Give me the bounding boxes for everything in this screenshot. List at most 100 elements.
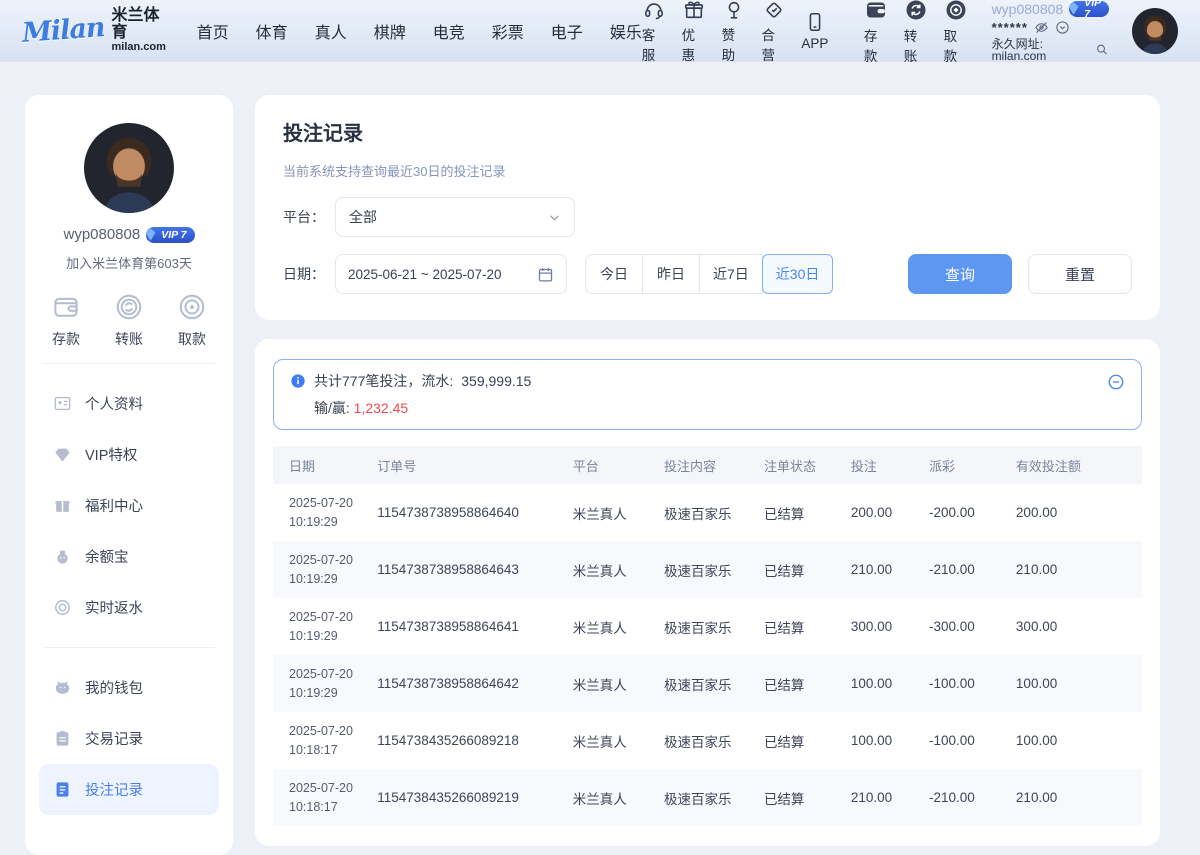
cell-date: 2025-07-20 (289, 496, 353, 510)
summary-winloss-value: 1,232.45 (354, 400, 409, 416)
sidebar-quick-actions: 存款 转账 取款 (51, 292, 207, 349)
cell-status: 已结算 (764, 503, 851, 523)
sponsor-button[interactable]: 赞助 (722, 0, 747, 64)
cell-bet: 300.00 (851, 619, 929, 634)
col-header-valid: 有效投注额 (1016, 456, 1142, 475)
partnership-label: 合营 (761, 24, 786, 64)
cell-status: 已结算 (764, 788, 851, 808)
nav-item-esports[interactable]: 电竞 (433, 19, 465, 43)
sidebar-item-rebate[interactable]: 实时返水 (39, 582, 219, 633)
cell-order: 1154738738958864640 (377, 505, 573, 520)
range-today-button[interactable]: 今日 (585, 254, 643, 294)
cell-order: 1154738738958864642 (377, 676, 573, 691)
sidebar-withdraw-button[interactable]: 取款 (177, 292, 207, 349)
diamond-icon (763, 0, 785, 21)
nav-item-home[interactable]: 首页 (197, 19, 229, 43)
sidebar-withdraw-label: 取款 (178, 329, 206, 349)
cell-payout: -200.00 (929, 505, 1016, 520)
table-header-row: 日期 订单号 平台 投注内容 注单状态 投注 派彩 有效投注额 (273, 446, 1142, 484)
gem-icon (53, 445, 72, 464)
calendar-icon (537, 266, 554, 283)
eye-off-icon[interactable] (1034, 20, 1049, 35)
nav-item-live[interactable]: 真人 (315, 19, 347, 43)
cell-platform: 米兰真人 (573, 617, 664, 637)
cell-order: 1154738435266089218 (377, 733, 573, 748)
sidebar-item-profile[interactable]: 个人资料 (39, 378, 219, 429)
cell-valid: 100.00 (1016, 733, 1142, 748)
partnership-button[interactable]: 合营 (761, 0, 786, 64)
magnifier-icon[interactable] (1095, 42, 1109, 57)
sidebar-deposit-label: 存款 (52, 329, 80, 349)
vip-diamond-icon (1066, 1, 1081, 16)
sidebar-item-yuebao[interactable]: 余额宝 (39, 531, 219, 582)
nav-item-slots[interactable]: 电子 (551, 19, 583, 43)
page-subtitle: 当前系统支持查询最近30日的投注记录 (283, 161, 1132, 180)
nav-item-sports[interactable]: 体育 (256, 19, 288, 43)
sidebar-vip-badge[interactable]: VIP 7 (146, 227, 194, 243)
table-row: 2025-07-2010:19:29 1154738738958864642 米… (273, 655, 1142, 712)
cell-time: 10:19:29 (289, 629, 338, 643)
col-header-bet: 投注 (851, 456, 929, 475)
platform-selected-value: 全部 (349, 207, 377, 227)
sidebar-item-wallet[interactable]: 我的钱包 (39, 662, 219, 713)
sidebar-transfer-button[interactable]: 转账 (114, 292, 144, 349)
headset-icon (643, 0, 665, 21)
cell-content: 极速百家乐 (664, 731, 764, 751)
chevron-circle-icon[interactable] (1055, 20, 1070, 35)
sidebar-transfer-label: 转账 (115, 329, 143, 349)
withdraw-button[interactable]: 取款 (944, 0, 969, 65)
platform-label: 平台： (283, 207, 325, 227)
avatar[interactable] (1132, 8, 1178, 54)
search-button[interactable]: 查询 (908, 254, 1012, 294)
cell-content: 极速百家乐 (664, 560, 764, 580)
summary-total-label: 共计777笔投注，流水: (314, 371, 453, 391)
target-rings-icon (53, 598, 72, 617)
info-icon (290, 373, 306, 389)
sidebar-item-transactions[interactable]: 交易记录 (39, 713, 219, 764)
transfer-button[interactable]: 转账 (904, 0, 929, 65)
support-button[interactable]: 客服 (642, 0, 667, 64)
deposit-button[interactable]: 存款 (864, 0, 889, 65)
platform-select[interactable]: 全部 (335, 197, 575, 237)
sidebar-item-label: 投注记录 (85, 779, 143, 800)
sidebar-item-welfare[interactable]: 福利中心 (39, 480, 219, 531)
cell-payout: -300.00 (929, 619, 1016, 634)
divider (43, 647, 215, 648)
app-download-button[interactable]: APP (801, 11, 828, 51)
sidebar-item-vip[interactable]: VIP特权 (39, 429, 219, 480)
cell-content: 极速百家乐 (664, 617, 764, 637)
medal-icon (723, 0, 745, 21)
main-nav: 首页 体育 真人 棋牌 电竞 彩票 电子 娱乐 (197, 19, 642, 43)
summary-notice: 共计777笔投注，流水: 359,999.15 输/赢: 1,232.45 (273, 359, 1142, 430)
range-yesterday-button[interactable]: 昨日 (642, 254, 700, 294)
range-7days-button[interactable]: 近7日 (699, 254, 763, 294)
sidebar-item-bet-records[interactable]: 投注记录 (39, 764, 219, 815)
reset-button[interactable]: 重置 (1028, 254, 1132, 294)
vip-badge[interactable]: VIP 7 (1069, 1, 1109, 17)
transfer-label: 转账 (904, 25, 929, 65)
range-30days-button[interactable]: 近30日 (762, 254, 834, 294)
summary-winloss-label: 输/赢: (314, 400, 350, 416)
date-label: 日期： (283, 264, 325, 284)
sidebar-item-label: 个人资料 (85, 393, 143, 414)
cell-payout: -210.00 (929, 562, 1016, 577)
promotions-button[interactable]: 优惠 (682, 0, 707, 64)
date-range-input[interactable]: 2025-06-21 ~ 2025-07-20 (335, 254, 567, 294)
nav-item-lottery[interactable]: 彩票 (492, 19, 524, 43)
cell-status: 已结算 (764, 731, 851, 751)
nav-item-entertainment[interactable]: 娱乐 (610, 19, 642, 43)
sidebar-item-label: 余额宝 (85, 546, 129, 567)
col-header-status: 注单状态 (764, 456, 851, 475)
withdraw-outline-icon (177, 292, 207, 322)
page-title: 投注记录 (283, 117, 1132, 146)
gift-solid-icon (53, 496, 72, 515)
nav-item-cards[interactable]: 棋牌 (374, 19, 406, 43)
sidebar-avatar[interactable] (84, 123, 174, 213)
cell-valid: 200.00 (1016, 505, 1142, 520)
col-header-order: 订单号 (377, 456, 573, 475)
sidebar-deposit-button[interactable]: 存款 (51, 292, 81, 349)
cell-time: 10:19:29 (289, 572, 338, 586)
logo-cn-text: 米兰体育 (112, 8, 169, 42)
site-logo[interactable]: Milan 米兰体育 milan.com (22, 8, 169, 53)
collapse-icon[interactable] (1107, 373, 1125, 391)
